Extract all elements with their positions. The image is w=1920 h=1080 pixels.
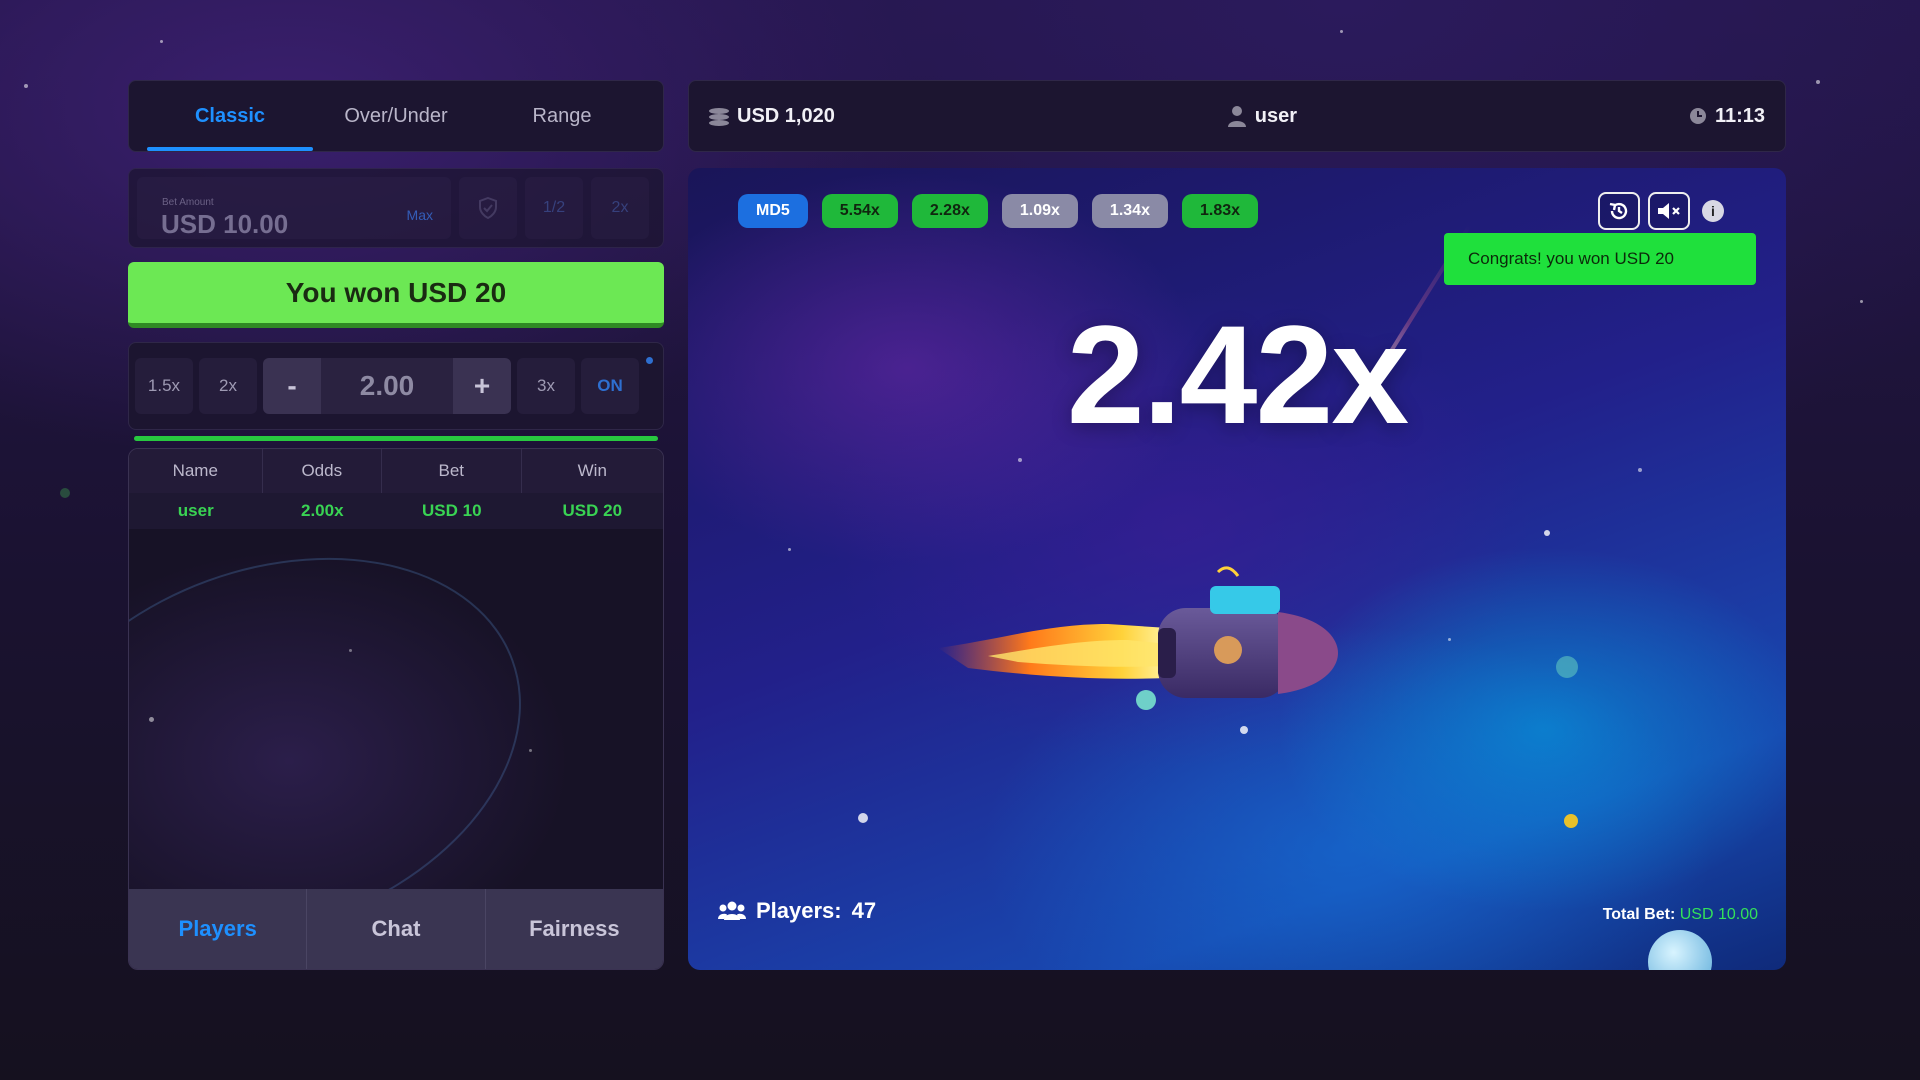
row-win: USD 20 <box>562 501 623 520</box>
game-star <box>1448 638 1451 641</box>
history-chip[interactable]: 5.54x <box>821 194 898 228</box>
background-star <box>60 488 70 498</box>
win-toast: Congrats! you won USD 20 <box>1444 233 1756 285</box>
clock: 11:13 <box>1689 105 1765 128</box>
chip-md5[interactable]: MD5 <box>738 194 808 228</box>
auto-toggle[interactable]: ON <box>581 358 639 414</box>
background-star <box>1860 300 1863 303</box>
row-bet: USD 10 <box>422 501 482 520</box>
col-odds: Odds <box>263 449 383 493</box>
bet-amount-label: Bet Amount <box>162 197 214 208</box>
background-star <box>160 40 163 43</box>
shield-button[interactable] <box>459 177 517 239</box>
history-chip[interactable]: 1.09x <box>1001 194 1078 228</box>
gold-coin <box>1564 814 1578 828</box>
info-icon[interactable]: i <box>1702 200 1724 222</box>
current-multiplier: 2.42x <box>1066 296 1409 453</box>
tab-chat[interactable]: Chat <box>307 889 486 969</box>
time: 11:13 <box>1714 104 1765 127</box>
panel-star <box>529 749 532 752</box>
game-tools: i <box>1598 192 1724 230</box>
background-star <box>1816 80 1820 84</box>
bet-amount-row: Bet Amount USD 10.00 Max 1/2 2x <box>128 168 664 248</box>
users-icon <box>718 901 746 920</box>
panel-star <box>149 717 154 722</box>
shield-icon <box>479 197 497 219</box>
background-star <box>24 84 28 88</box>
panel-tabs: Players Chat Fairness <box>129 889 663 969</box>
table-row: user 2.00x USD 10 USD 20 <box>129 493 663 529</box>
mute-button[interactable] <box>1648 192 1690 230</box>
total-bet-label: Total Bet: <box>1602 906 1676 923</box>
tab-players[interactable]: Players <box>129 889 308 969</box>
row-odds: 2.00x <box>301 501 344 520</box>
decrease-button[interactable]: - <box>263 358 321 414</box>
game-star <box>858 813 868 823</box>
half-button[interactable]: 1/2 <box>525 177 583 239</box>
game-star <box>788 548 791 551</box>
double-button[interactable]: 2x <box>591 177 649 239</box>
clock-icon <box>1689 108 1706 124</box>
tab-classic[interactable]: Classic <box>147 81 313 151</box>
mute-icon <box>1658 203 1680 219</box>
coins-icon <box>709 106 729 126</box>
history-button[interactable] <box>1598 192 1640 230</box>
players-label: Players: <box>756 898 842 923</box>
table-header: Name Odds Bet Win <box>129 449 663 493</box>
user-info[interactable]: user <box>1227 105 1297 128</box>
balance-value: USD 1,020 <box>737 104 835 127</box>
bet-amount-value: USD 10.00 <box>161 209 289 239</box>
round-progress-bar <box>134 436 658 441</box>
username: user <box>1254 104 1298 127</box>
players-panel: Name Odds Bet Win user 2.00x USD 10 USD … <box>128 448 664 970</box>
rocket-illustration <box>938 566 1338 710</box>
col-win: Win <box>577 461 607 480</box>
players-value: 47 <box>851 898 877 923</box>
multiplier-value[interactable]: 2.00 <box>321 358 453 414</box>
row-name: user <box>177 501 214 520</box>
game-star <box>1018 458 1022 462</box>
history-icon <box>1609 202 1628 220</box>
players-count: Players: 47 <box>718 898 876 924</box>
history-chip[interactable]: 2.28x <box>911 194 988 228</box>
col-bet: Bet <box>382 449 522 493</box>
history-chips: MD5 5.54x 2.28x 1.09x 1.34x 1.83x <box>738 194 1259 228</box>
tab-range[interactable]: Range <box>479 81 645 151</box>
panel-star <box>349 649 352 652</box>
game-star <box>1544 530 1550 536</box>
history-chip[interactable]: 1.34x <box>1091 194 1168 228</box>
preset-3x-button[interactable]: 3x <box>517 358 575 414</box>
status-dot <box>646 357 653 364</box>
increase-button[interactable]: + <box>453 358 511 414</box>
tab-fairness[interactable]: Fairness <box>486 889 663 969</box>
total-bet: Total Bet: USD 10.00 <box>1603 906 1758 924</box>
user-icon <box>1227 106 1246 127</box>
round-progress-fill <box>134 436 658 441</box>
col-name: Name <box>129 449 263 493</box>
multiplier-controls: 1.5x 2x - 2.00 + 3x ON <box>128 342 664 430</box>
multiplier-stepper: - 2.00 + <box>263 358 511 414</box>
mode-tabs: Classic Over/Under Range <box>128 80 664 152</box>
max-button[interactable]: Max <box>407 207 433 223</box>
tab-over-under[interactable]: Over/Under <box>313 81 479 151</box>
small-planet <box>1556 656 1578 678</box>
bottom-planet <box>1648 930 1712 970</box>
won-button[interactable]: You won USD 20 <box>128 262 664 328</box>
balance: USD 1,020 <box>709 105 835 128</box>
total-bet-value: USD 10.00 <box>1679 906 1758 923</box>
history-chip[interactable]: 1.83x <box>1181 194 1259 228</box>
preset-1-5x-button[interactable]: 1.5x <box>135 358 193 414</box>
preset-2x-button[interactable]: 2x <box>199 358 257 414</box>
top-bar: USD 1,020 user 11:13 <box>688 80 1786 152</box>
bet-amount-field[interactable]: Bet Amount USD 10.00 Max <box>137 177 451 239</box>
game-star <box>1638 468 1642 472</box>
game-canvas: MD5 5.54x 2.28x 1.09x 1.34x 1.83x i Cong… <box>688 168 1786 970</box>
background-star <box>1340 30 1343 33</box>
